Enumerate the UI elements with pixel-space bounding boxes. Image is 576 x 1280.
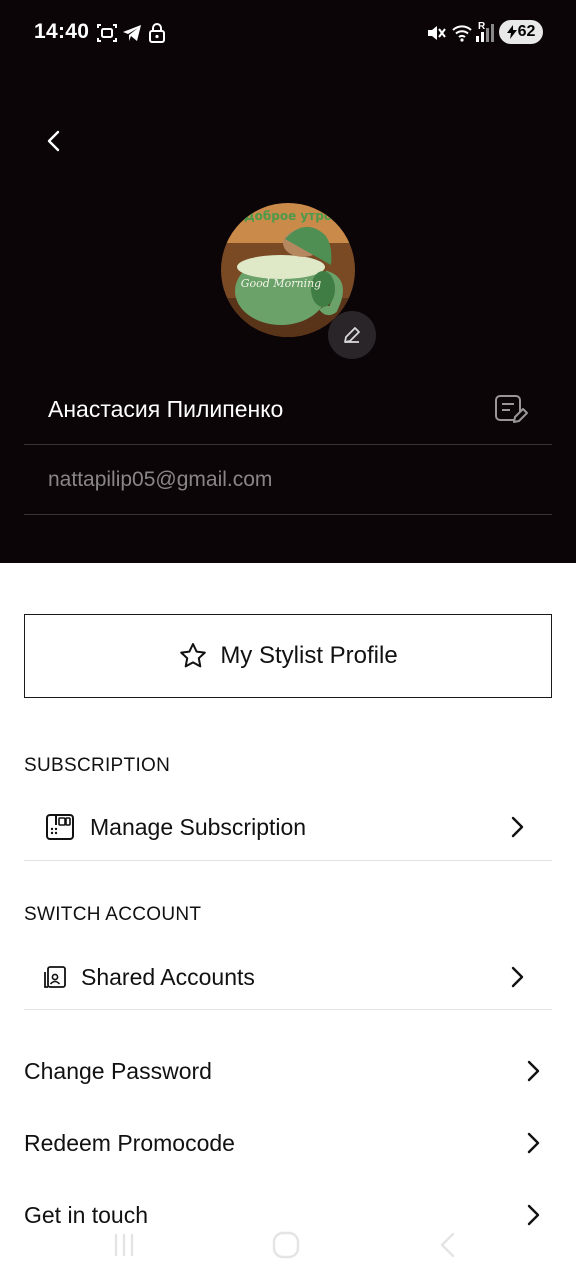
status-time: 14:40 bbox=[34, 20, 90, 43]
shared-accounts-label: Shared Accounts bbox=[81, 963, 255, 990]
profile-header: 14:40 R 62 Good Morning Доброе утро Анас… bbox=[0, 0, 576, 563]
shared-accounts-row[interactable]: Shared Accounts bbox=[24, 947, 552, 1007]
chevron-right-icon bbox=[511, 966, 524, 988]
shared-accounts-icon bbox=[44, 966, 66, 988]
recent-apps-icon[interactable] bbox=[111, 1232, 137, 1258]
mute-icon bbox=[428, 26, 446, 40]
chevron-left-icon[interactable] bbox=[40, 126, 68, 156]
divider bbox=[24, 514, 552, 515]
redeem-promocode-label: Redeem Promocode bbox=[24, 1129, 235, 1156]
divider bbox=[24, 860, 552, 861]
divider bbox=[24, 1009, 552, 1010]
manage-subscription-row[interactable]: Manage Subscription bbox=[24, 797, 552, 857]
lock-icon bbox=[149, 23, 165, 43]
switch-account-section-label: SWITCH ACCOUNT bbox=[24, 904, 202, 925]
battery-indicator: 62 bbox=[499, 20, 543, 44]
system-navigation-bar bbox=[0, 1220, 576, 1280]
roaming-indicator: R bbox=[478, 21, 486, 32]
screenshot-icon bbox=[97, 24, 117, 42]
profile-email: nattapilip05@gmail.com bbox=[48, 468, 273, 491]
chevron-right-icon bbox=[511, 816, 524, 838]
wifi-icon bbox=[452, 25, 472, 42]
chevron-right-icon bbox=[527, 1132, 540, 1154]
battery-level: 62 bbox=[517, 23, 536, 40]
charging-icon bbox=[506, 25, 517, 39]
avatar-top-text: Доброе утро bbox=[244, 209, 332, 223]
redeem-promocode-row[interactable]: Redeem Promocode bbox=[24, 1113, 552, 1173]
edit-note-icon[interactable] bbox=[493, 393, 529, 427]
profile-name: Анастасия Пилипенко bbox=[48, 396, 284, 422]
pencil-icon bbox=[344, 327, 360, 343]
avatar-edit-button[interactable] bbox=[328, 311, 376, 359]
change-password-row[interactable]: Change Password bbox=[24, 1041, 552, 1101]
avatar-mug-text: Good Morning bbox=[241, 277, 321, 290]
my-stylist-profile-button[interactable]: My Stylist Profile bbox=[24, 614, 552, 698]
status-bar: 14:40 R 62 bbox=[0, 0, 576, 64]
chevron-right-icon bbox=[527, 1060, 540, 1082]
divider bbox=[24, 444, 552, 445]
my-stylist-profile-label: My Stylist Profile bbox=[220, 642, 398, 669]
subscription-card-icon bbox=[46, 814, 74, 840]
manage-subscription-label: Manage Subscription bbox=[90, 813, 307, 840]
change-password-label: Change Password bbox=[24, 1057, 212, 1084]
star-icon bbox=[180, 643, 207, 668]
telegram-icon bbox=[123, 25, 141, 41]
back-nav-icon[interactable] bbox=[436, 1231, 460, 1259]
subscription-section-label: SUBSCRIPTION bbox=[24, 755, 171, 776]
home-icon[interactable] bbox=[271, 1230, 301, 1260]
